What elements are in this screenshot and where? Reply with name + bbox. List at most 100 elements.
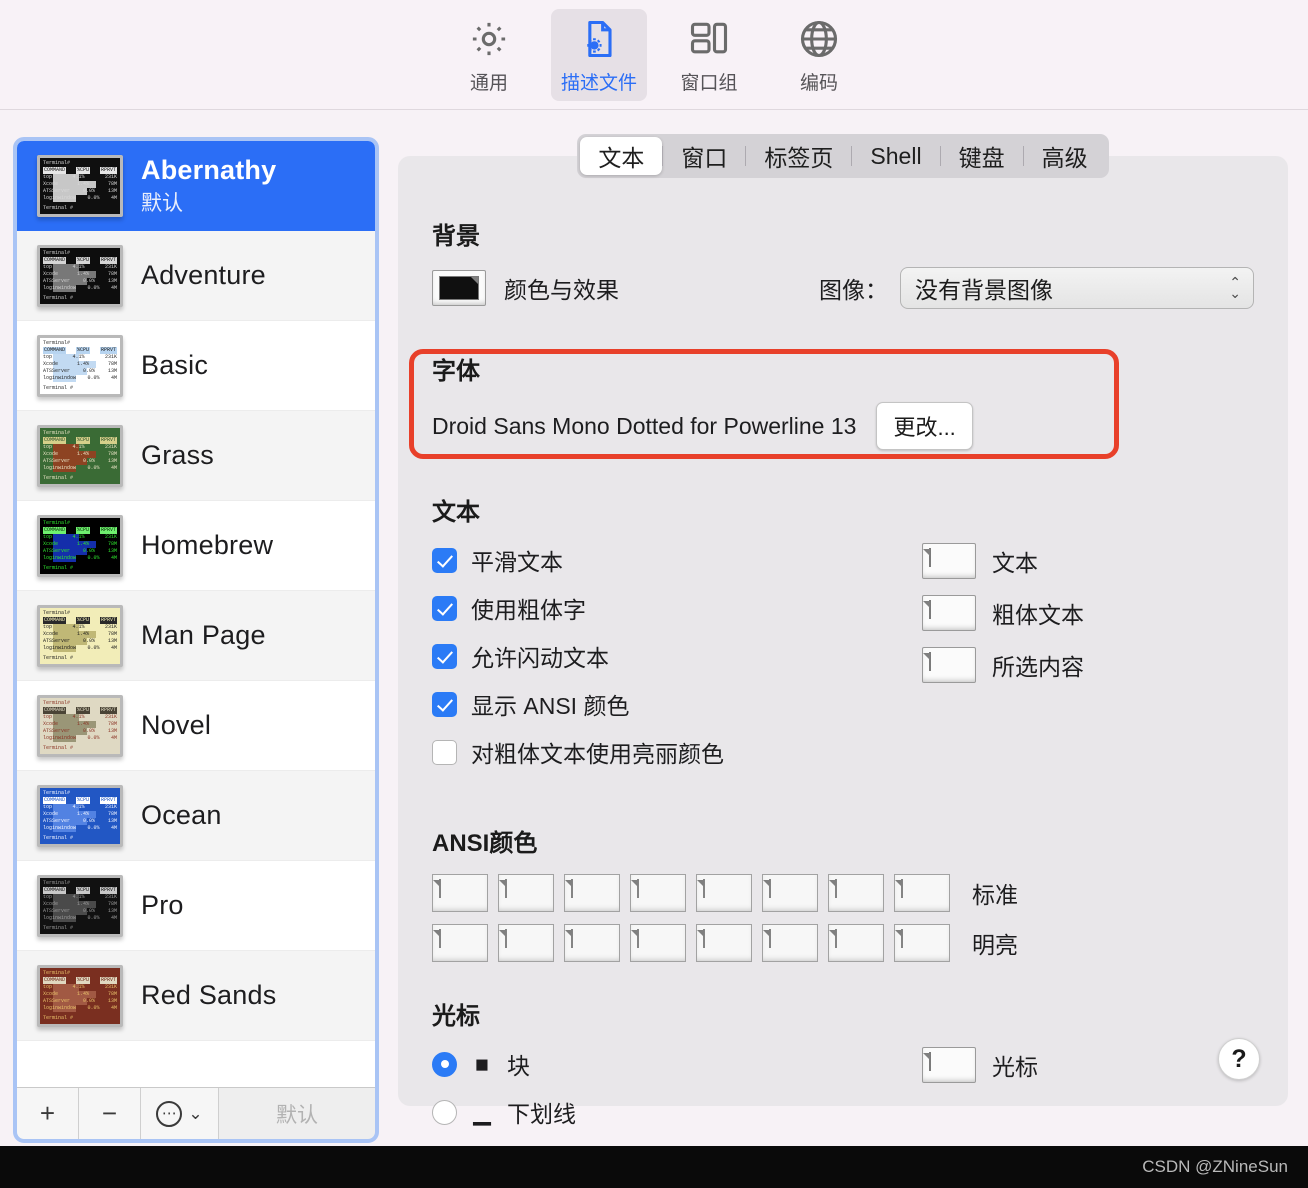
- profile-list-item[interactable]: Terminal# COMMAND %CPU RPRVT top 4.1% 231K Xcod…: [17, 231, 375, 321]
- profile-list-item[interactable]: Terminal# COMMAND %CPU RPRVT top 4.1% 231K Xcod…: [17, 411, 375, 501]
- cursor-option-row[interactable]: ▁ 下划线: [432, 1095, 862, 1129]
- profile-list-item[interactable]: Terminal# COMMAND %CPU RPRVT top 4.1% 231K Xcod…: [17, 141, 375, 231]
- checkbox-icon[interactable]: [432, 643, 457, 669]
- cursor-color-well[interactable]: [922, 1047, 976, 1083]
- text-color-row[interactable]: 所选内容: [922, 647, 1084, 683]
- profile-list-item[interactable]: Terminal# COMMAND %CPU RPRVT top 4.1% 231K Xcod…: [17, 321, 375, 411]
- text-option-row[interactable]: 使用粗体字: [432, 591, 862, 625]
- settings-tabs[interactable]: 文本 窗口 标签页 Shell 键盘 高级: [577, 134, 1109, 178]
- checkbox-icon[interactable]: [432, 691, 457, 717]
- ansi-color-well[interactable]: [630, 924, 686, 962]
- toolbar-item-encoding-label: 编码: [799, 72, 838, 94]
- text-color-swatch-group[interactable]: 文本粗体文本所选内容: [922, 543, 1084, 699]
- toolbar-item-window-groups-label: 窗口组: [680, 72, 738, 94]
- ellipsis-circle-icon: ⋯: [156, 1100, 183, 1127]
- set-default-button[interactable]: 默认: [219, 1088, 375, 1139]
- add-profile-button[interactable]: +: [17, 1088, 79, 1139]
- ansi-color-well[interactable]: [696, 924, 752, 962]
- tab-3[interactable]: 标签页: [746, 137, 851, 175]
- preferences-body: Terminal# COMMAND %CPU RPRVT top 4.1% 231K Xcod…: [0, 110, 1308, 1188]
- tab-6[interactable]: 高级: [1024, 137, 1106, 175]
- tab-4[interactable]: Shell: [852, 137, 939, 175]
- cursor-option-row[interactable]: ■ 块: [432, 1047, 862, 1081]
- profile-thumbnail: Terminal# COMMAND %CPU RPRVT top 4.1% 231K Xcod…: [37, 694, 123, 757]
- ansi-color-chip: [505, 929, 507, 948]
- background-image-select[interactable]: 没有背景图像 ⌃ ⌄: [900, 267, 1254, 309]
- text-color-well[interactable]: [922, 647, 976, 683]
- profile-list-item[interactable]: Terminal# COMMAND %CPU RPRVT top 4.1% 231K Xcod…: [17, 951, 375, 1041]
- ansi-bright-row[interactable]: 明亮: [432, 924, 1254, 962]
- ansi-color-chip: [637, 879, 639, 898]
- background-color-label: 颜色与效果: [504, 277, 619, 303]
- cursor-color-row[interactable]: 光标: [922, 1047, 1038, 1083]
- ansi-color-chip: [505, 879, 507, 898]
- profile-list-item[interactable]: Terminal# COMMAND %CPU RPRVT top 4.1% 231K Xcod…: [17, 681, 375, 771]
- profile-list-item[interactable]: Terminal# COMMAND %CPU RPRVT top 4.1% 231K Xcod…: [17, 501, 375, 591]
- toolbar-item-profiles[interactable]: 描述文件: [551, 8, 647, 101]
- text-color-row[interactable]: 粗体文本: [922, 595, 1084, 631]
- remove-profile-button[interactable]: −: [79, 1088, 141, 1139]
- toolbar-item-window-groups[interactable]: 窗口组: [661, 9, 757, 101]
- ansi-color-well[interactable]: [762, 924, 818, 962]
- text-option-row[interactable]: 显示 ANSI 颜色: [432, 687, 862, 721]
- change-font-button[interactable]: 更改...: [876, 402, 973, 450]
- ansi-color-well[interactable]: [564, 924, 620, 962]
- ansi-color-well[interactable]: [894, 924, 950, 962]
- profile-list-item[interactable]: Terminal# COMMAND %CPU RPRVT top 4.1% 231K Xcod…: [17, 771, 375, 861]
- radio-icon[interactable]: [432, 1051, 457, 1077]
- ansi-row-label: 标准: [972, 882, 1018, 908]
- ansi-color-well[interactable]: [630, 874, 686, 912]
- font-row: Droid Sans Mono Dotted for Powerline 13 …: [432, 402, 1254, 450]
- text-color-chip: [929, 600, 931, 619]
- toolbar-item-general[interactable]: 通用: [441, 9, 537, 101]
- ansi-color-well[interactable]: [432, 874, 488, 912]
- checkbox-icon[interactable]: [432, 547, 457, 573]
- ansi-standard-row[interactable]: 标准: [432, 874, 1254, 912]
- tab-2[interactable]: 窗口: [663, 137, 745, 175]
- tab-5[interactable]: 键盘: [941, 137, 1023, 175]
- text-section-title: 文本: [432, 499, 480, 526]
- ansi-color-chip: [835, 879, 837, 898]
- profile-name: Adventure: [141, 260, 266, 290]
- text-color-label: 所选内容: [992, 654, 1084, 680]
- preferences-toolbar: 通用 描述文件 窗口组 编码: [0, 0, 1308, 110]
- help-button[interactable]: ?: [1218, 1038, 1260, 1080]
- cursor-color-swatch-group[interactable]: 光标: [922, 1047, 1038, 1099]
- ansi-row-label: 明亮: [972, 932, 1018, 958]
- profile-actions-menu-button[interactable]: ⋯ ⌄: [141, 1088, 219, 1139]
- ansi-color-well[interactable]: [828, 924, 884, 962]
- tab-1[interactable]: 文本: [580, 137, 663, 175]
- profile-thumbnail: Terminal# COMMAND %CPU RPRVT top 4.1% 231K Xcod…: [37, 334, 123, 397]
- profile-thumbnail: Terminal# COMMAND %CPU RPRVT top 4.1% 231K Xcod…: [37, 604, 123, 667]
- profile-thumbnail: Terminal# COMMAND %CPU RPRVT top 4.1% 231K Xcod…: [37, 784, 123, 847]
- profile-list-item[interactable]: Terminal# COMMAND %CPU RPRVT top 4.1% 231K Xcod…: [17, 591, 375, 681]
- background-color-well[interactable]: [432, 270, 486, 306]
- text-color-well[interactable]: [922, 543, 976, 579]
- text-color-row[interactable]: 文本: [922, 543, 1084, 579]
- chevron-down-icon: ⌄: [188, 1103, 203, 1123]
- ansi-color-well[interactable]: [498, 924, 554, 962]
- checkbox-icon[interactable]: [432, 595, 457, 621]
- ansi-color-well[interactable]: [762, 874, 818, 912]
- toolbar-item-encoding[interactable]: 编码: [771, 9, 867, 101]
- ansi-color-well[interactable]: [696, 874, 752, 912]
- ansi-color-well[interactable]: [828, 874, 884, 912]
- ansi-color-well[interactable]: [432, 924, 488, 962]
- text-option-label: 对粗体文本使用亮丽颜色: [471, 741, 724, 767]
- profile-list-item[interactable]: Terminal# COMMAND %CPU RPRVT top 4.1% 231K Xcod…: [17, 861, 375, 951]
- text-color-well[interactable]: [922, 595, 976, 631]
- toolbar-item-profiles-label: 描述文件: [560, 72, 637, 94]
- profile-list[interactable]: Terminal# COMMAND %CPU RPRVT top 4.1% 231K Xcod…: [17, 141, 375, 1087]
- cursor-color-label: 光标: [992, 1054, 1038, 1080]
- text-option-row[interactable]: 允许闪动文本: [432, 639, 862, 673]
- checkbox-icon[interactable]: [432, 739, 457, 765]
- ansi-color-well[interactable]: [564, 874, 620, 912]
- ansi-color-chip: [439, 879, 441, 898]
- ansi-color-well[interactable]: [498, 874, 554, 912]
- ansi-color-well[interactable]: [894, 874, 950, 912]
- text-checkbox-group[interactable]: 平滑文本使用粗体字允许闪动文本 显示 ANSI 颜色对粗体文本使用亮丽颜色: [432, 543, 862, 783]
- text-option-row[interactable]: 平滑文本: [432, 543, 862, 577]
- radio-icon[interactable]: [432, 1099, 457, 1125]
- text-option-row[interactable]: 对粗体文本使用亮丽颜色: [432, 735, 862, 769]
- text-color-chip: [929, 548, 931, 567]
